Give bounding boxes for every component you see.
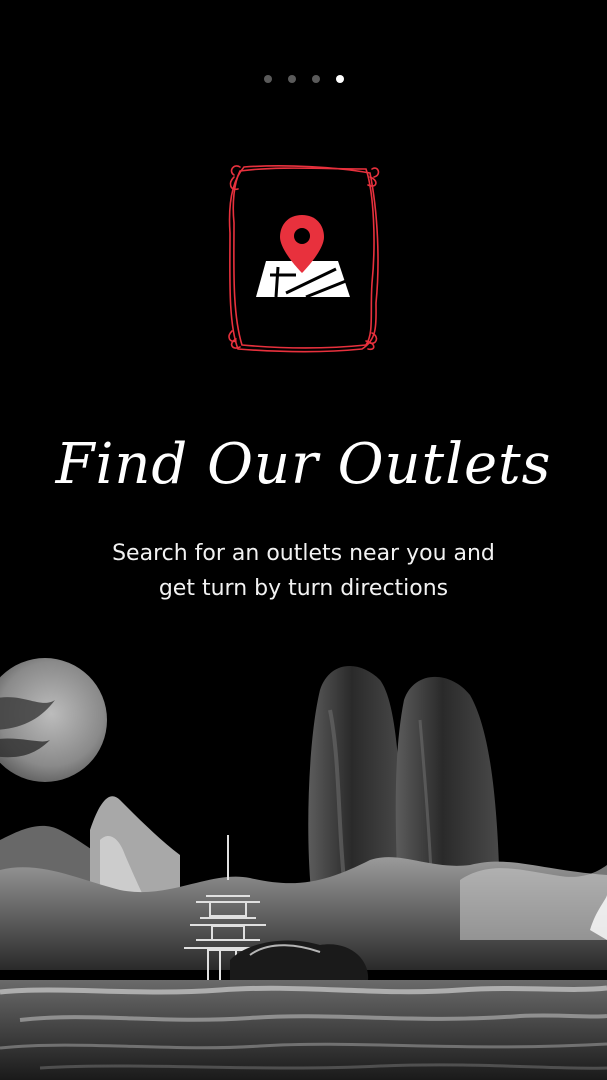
page-dot-4-active[interactable] xyxy=(335,75,344,83)
page-indicator[interactable] xyxy=(0,75,607,83)
ink-landscape-illustration xyxy=(0,640,607,1080)
page-subtitle: Search for an outlets near you and get t… xyxy=(60,536,547,606)
landscape-artwork xyxy=(0,658,607,1080)
page-dot-3[interactable] xyxy=(311,75,320,83)
page-title: Find Our Outlets xyxy=(55,432,552,497)
outlet-icon-frame xyxy=(226,163,380,353)
page-dot-1[interactable] xyxy=(263,75,272,83)
page-dot-2[interactable] xyxy=(287,75,296,83)
onboarding-screen: Find Our Outlets Search for an outlets n… xyxy=(0,0,607,1080)
subtitle-line-2: get turn by turn directions xyxy=(158,576,449,601)
ornate-frame-icon xyxy=(228,165,380,353)
subtitle-line-1: Search for an outlets near you and xyxy=(112,541,495,566)
